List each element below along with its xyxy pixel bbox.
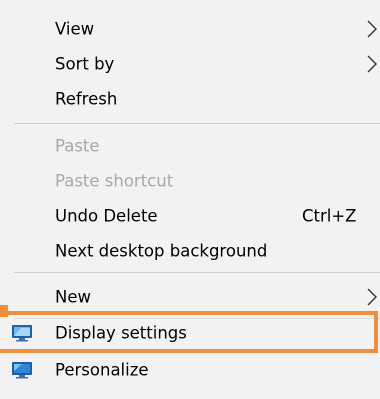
menu-item-label: Paste — [55, 136, 100, 156]
menu-item-label: Display settings — [55, 323, 187, 343]
menu-item-undo-delete[interactable]: Undo Delete Ctrl+Z — [0, 199, 380, 233]
menu-item-view[interactable]: View — [0, 12, 380, 46]
desktop-context-menu: View Sort by Refresh Paste Paste shortcu… — [0, 0, 380, 399]
chevron-right-icon — [367, 55, 377, 73]
menu-item-refresh[interactable]: Refresh — [0, 82, 380, 116]
menu-item-personalize[interactable]: Personalize — [0, 352, 380, 388]
menu-item-label: Refresh — [55, 89, 118, 109]
menu-item-paste-shortcut: Paste shortcut — [0, 164, 380, 198]
menu-item-sort-by[interactable]: Sort by — [0, 47, 380, 81]
menu-item-shortcut: Ctrl+Z — [302, 206, 357, 226]
menu-item-label: Sort by — [55, 54, 115, 74]
menu-item-label: Undo Delete — [55, 206, 158, 226]
menu-item-next-desktop-background[interactable]: Next desktop background — [0, 234, 380, 268]
chevron-right-icon — [367, 20, 377, 38]
menu-item-label: Next desktop background — [55, 241, 268, 261]
chevron-right-icon — [367, 288, 377, 306]
menu-separator — [14, 123, 380, 124]
menu-item-label: View — [55, 19, 95, 39]
menu-separator — [14, 272, 380, 273]
menu-item-label: Paste shortcut — [55, 171, 174, 191]
menu-item-new[interactable]: New — [0, 280, 380, 314]
menu-item-display-settings[interactable]: Display settings — [0, 315, 380, 351]
menu-item-label: New — [55, 287, 91, 307]
menu-item-paste: Paste — [0, 129, 380, 163]
display-settings-icon — [12, 325, 32, 342]
personalize-icon — [12, 362, 32, 379]
menu-item-label: Personalize — [55, 360, 149, 380]
